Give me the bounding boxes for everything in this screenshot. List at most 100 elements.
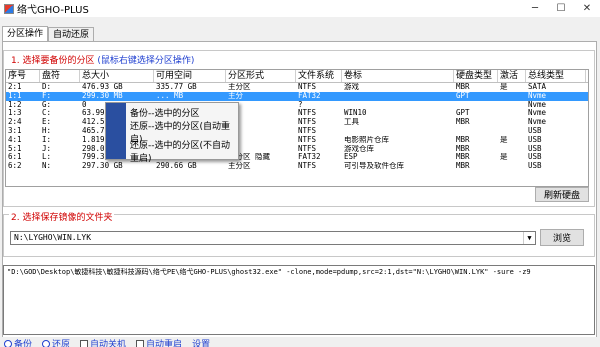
context-menu: 备份--选中的分区 还原--选中的分区(自动重启) 还原--选中的分区(不自动重… xyxy=(105,102,239,164)
table-cell: I: xyxy=(42,135,52,144)
tab-auto-restore[interactable]: 自动还原 xyxy=(48,27,95,42)
window-title: 络弋GHO-PLUS xyxy=(17,5,89,16)
column-header[interactable]: 总线类型 xyxy=(526,70,586,82)
auto-reboot-label: 自动重启 xyxy=(146,340,183,347)
chevron-down-icon[interactable]: ▼ xyxy=(523,232,535,244)
table-cell xyxy=(498,145,526,154)
checkbox-icon xyxy=(80,339,89,347)
table-cell: 5:1 xyxy=(8,144,22,153)
column-header[interactable]: 激活 xyxy=(498,70,526,82)
table-row[interactable]: 1:2 G: 0? Nvme xyxy=(6,101,588,110)
table-cell xyxy=(498,162,526,171)
restore-label: 还原 xyxy=(52,340,71,347)
window-controls: ─ ☐ ✕ xyxy=(522,0,600,17)
table-cell xyxy=(454,127,498,136)
table-cell: MBR xyxy=(456,162,470,171)
image-path-combobox[interactable]: N:\LYGHO\WIN.LYK ▼ xyxy=(10,231,536,245)
table-cell: NTFS xyxy=(298,144,317,153)
table-cell: Nvme xyxy=(528,100,547,109)
table-cell: N: xyxy=(42,162,52,171)
refresh-disk-button[interactable]: 刷新硬盘 xyxy=(535,187,589,202)
table-cell xyxy=(342,92,454,101)
table-cell xyxy=(498,109,526,118)
column-header[interactable]: 卷标 xyxy=(342,70,454,82)
table-cell: 2:1 xyxy=(8,83,22,91)
table-cell: Nvme xyxy=(528,109,547,118)
table-cell: MBR xyxy=(456,135,470,144)
section2-prefix: 2. xyxy=(11,213,20,223)
auto-shutdown-label: 自动关机 xyxy=(90,340,127,347)
table-row[interactable]: 1:3 C: 63.99 NTFS WIN10 GPT Nvme xyxy=(6,109,588,118)
column-header[interactable]: 可用空间 xyxy=(154,70,226,82)
table-cell: L: xyxy=(42,153,52,162)
table-cell: Nvme xyxy=(528,91,547,100)
browse-button[interactable]: 浏览 xyxy=(540,229,584,246)
table-header: 序号 盘符 总大小 可用空间 分区形式 文件系统 卷标 硬盘类型 激活 总线类型 xyxy=(6,70,588,83)
minimize-icon[interactable]: ─ xyxy=(522,0,548,17)
checkbox-icon xyxy=(136,339,145,347)
table-row[interactable]: 3:1 H: 465.7 NTFS USB xyxy=(6,127,588,136)
table-cell: NTFS xyxy=(298,162,317,171)
table-cell: 4:1 xyxy=(8,135,22,144)
table-cell: 1:2 xyxy=(8,100,22,109)
radio-icon xyxy=(4,339,12,347)
table-row[interactable]: 6:1L:799.39 MB325.84 MB主分区 隐藏FAT32ESPMBR… xyxy=(6,153,588,162)
command-line-box[interactable]: "D:\GOD\Desktop\敏捷科技\敏捷科技源码\络弋PE\络弋GHO-P… xyxy=(3,265,595,335)
table-cell: J: xyxy=(42,144,52,153)
table-cell: G: xyxy=(42,100,52,109)
table-cell: 1:1 xyxy=(8,91,22,100)
column-header[interactable]: 盘符 xyxy=(40,70,80,82)
table-cell xyxy=(342,101,454,110)
table-row[interactable]: 6:2 N: 297.30 GB 290.66 GB 主分区 NTFS 可引导及软件仓库 MB… xyxy=(6,162,588,171)
table-cell xyxy=(498,101,526,110)
app-window: 络弋GHO-PLUS ─ ☐ ✕ 分区操作 自动还原 1. 选择要备份的分区 (… xyxy=(0,0,600,347)
table-cell: NTFS xyxy=(298,118,317,127)
column-header[interactable]: 序号 xyxy=(6,70,40,82)
settings-option[interactable]: 设置 xyxy=(192,337,210,347)
section1-hint: (鼠标右键选择分区操作) xyxy=(97,56,195,66)
table-cell: 主分 xyxy=(228,91,243,100)
backup-radio[interactable]: 备份 xyxy=(4,337,32,347)
table-cell: ... MB xyxy=(156,91,184,100)
column-header[interactable]: 文件系统 xyxy=(296,70,342,82)
table-cell: USB xyxy=(528,162,542,171)
column-header[interactable]: 分区形式 xyxy=(226,70,296,82)
auto-reboot-checkbox[interactable]: 自动重启 xyxy=(136,337,182,347)
table-body: 2:1 D: 476.93 GB 335.77 GB 主分区 NTFS 游戏 MBR 是 SATA… xyxy=(6,83,588,171)
menu-item-restore-no-reboot[interactable]: 还原--选中的分区(不自动重启) xyxy=(126,141,238,164)
maximize-icon[interactable]: ☐ xyxy=(548,0,574,17)
tab-partition-ops[interactable]: 分区操作 xyxy=(2,26,49,42)
column-header[interactable]: 总大小 xyxy=(80,70,154,82)
table-cell xyxy=(498,92,526,101)
table-cell: 6:1 xyxy=(8,153,22,162)
table-cell: ? xyxy=(298,100,303,109)
table-cell: 299.30 MB xyxy=(82,91,123,100)
table-row[interactable]: 4:1 I: 1.819 NTFS 电影照片仓库 MBR 是 USB xyxy=(6,136,588,145)
section1-text: 选择要备份的分区 xyxy=(22,56,95,66)
table-cell: NTFS xyxy=(298,109,317,118)
table-cell: 3:1 xyxy=(8,126,22,135)
title-bar: 络弋GHO-PLUS ─ ☐ ✕ xyxy=(0,0,600,17)
table-cell: 2:4 xyxy=(8,118,22,127)
table-row[interactable]: 5:1 J: 298.0 NTFS 游戏仓库 MBR USB xyxy=(6,145,588,154)
table-cell: 6:2 xyxy=(8,162,22,171)
column-header[interactable]: 硬盘类型 xyxy=(454,70,498,82)
table-row[interactable]: 1:1 F: 299.30 MB ... MB 主分 FAT32 GPT Nvme xyxy=(6,91,588,101)
section1-label: 1. 选择要备份的分区 (鼠标右键选择分区操作) xyxy=(9,53,197,66)
table-cell xyxy=(342,127,454,136)
table-cell: GPT xyxy=(456,109,470,118)
close-icon[interactable]: ✕ xyxy=(574,0,600,17)
partition-table[interactable]: 序号 盘符 总大小 可用空间 分区形式 文件系统 卷标 硬盘类型 激活 总线类型 2:1 D: 476… xyxy=(5,69,589,187)
table-cell: E: xyxy=(42,118,52,127)
table-cell: NTFS xyxy=(298,83,317,91)
restore-radio[interactable]: 还原 xyxy=(42,337,70,347)
table-cell: USB xyxy=(528,144,542,153)
table-row[interactable]: 2:1 D: 476.93 GB 335.77 GB 主分区 NTFS 游戏 MBR 是 SATA xyxy=(6,83,588,92)
section2-text: 选择保存镜像的文件夹 xyxy=(22,213,113,223)
section2-label: 2. 选择保存镜像的文件夹 xyxy=(9,210,115,223)
settings-label: 设置 xyxy=(192,340,211,347)
backup-label: 备份 xyxy=(14,340,33,347)
table-row[interactable]: 2:4 E: 412.5 NTFS 工具 MBR Nvme xyxy=(6,118,588,127)
auto-shutdown-checkbox[interactable]: 自动关机 xyxy=(80,337,126,347)
bottom-options: 备份 还原 自动关机 自动重启 设置 xyxy=(0,337,600,347)
